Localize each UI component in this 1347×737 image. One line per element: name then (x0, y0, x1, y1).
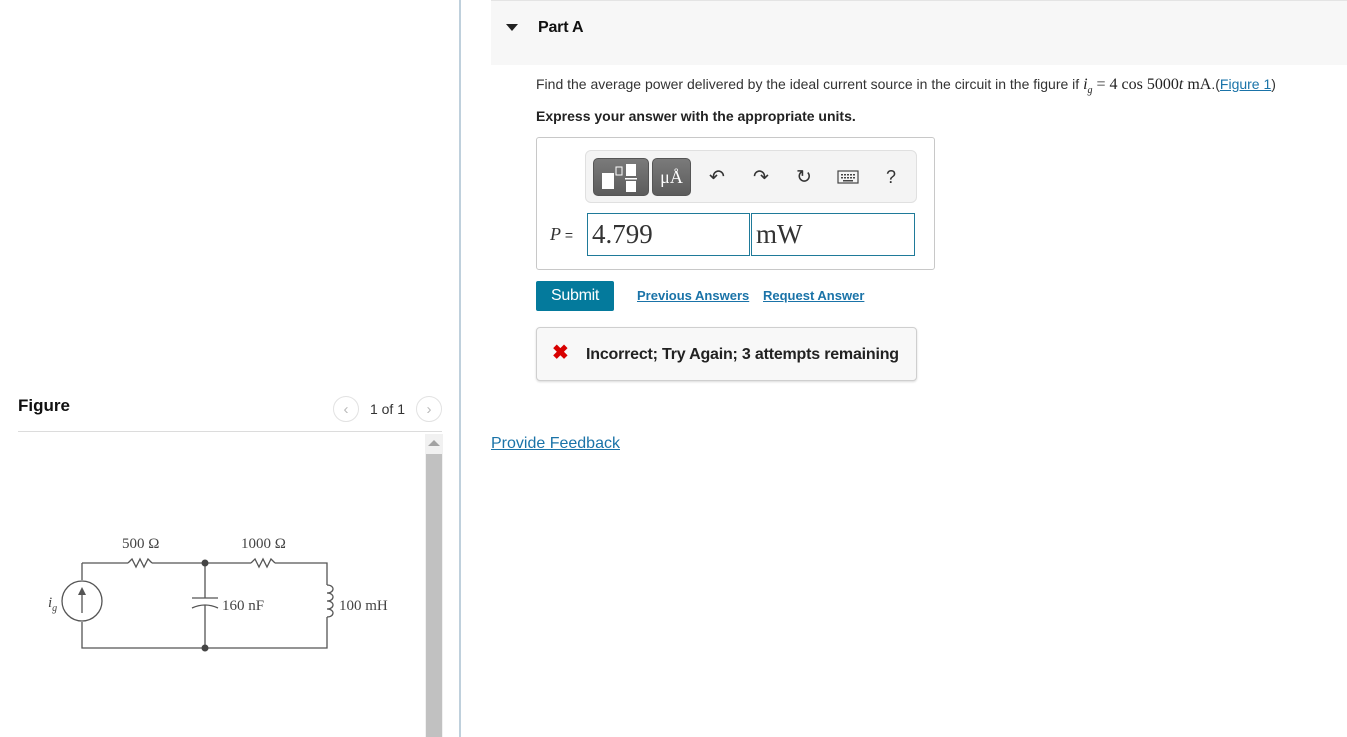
feedback-message-box: ✖ Incorrect; Try Again; 3 attempts remai… (536, 327, 917, 381)
source-label: ig (48, 595, 57, 614)
chevron-right-icon: › (426, 400, 432, 418)
figure-pane: Figure ‹ 1 of 1 › 500 Ω 1000 Ω 160 nF 10… (0, 0, 460, 737)
previous-answers-link[interactable]: Previous Answers (637, 288, 749, 303)
question-text: Find the average power delivered by the … (536, 76, 1276, 97)
figure-title: Figure (18, 396, 70, 415)
part-header[interactable]: Part A (491, 0, 1347, 65)
chevron-left-icon: ‹ (343, 400, 349, 418)
node-dot (201, 644, 209, 652)
inductor-label: 100 mH (339, 598, 388, 614)
scroll-up-arrow-icon[interactable] (428, 440, 440, 446)
request-answer-link[interactable]: Request Answer (763, 288, 864, 303)
resistor2-label: 1000 Ω (241, 536, 286, 552)
answer-value-input[interactable]: 4.799 (587, 213, 750, 256)
math-toolbar: μÅ ↶ ↷ ↻ ? (585, 150, 917, 203)
figure-scrollbar[interactable] (425, 434, 443, 737)
pane-divider[interactable] (459, 0, 461, 737)
wire (275, 562, 328, 585)
next-figure-button[interactable]: › (416, 396, 442, 422)
undo-button[interactable]: ↶ (704, 163, 730, 191)
inductor-symbol (326, 584, 334, 618)
scroll-thumb[interactable] (426, 454, 442, 737)
feedback-text: Incorrect; Try Again; 3 attempts remaini… (586, 346, 899, 363)
capacitor-label: 160 nF (222, 598, 264, 614)
answer-variable-label: P = (550, 224, 574, 244)
keyboard-button[interactable] (835, 163, 861, 191)
incorrect-x-icon: ✖ (552, 342, 569, 364)
prev-figure-button[interactable]: ‹ (332, 396, 359, 422)
reset-button[interactable]: ↻ (791, 163, 817, 191)
help-button[interactable]: ? (878, 163, 904, 191)
templates-icon (602, 164, 637, 192)
submit-button[interactable]: Submit (536, 281, 614, 311)
units-button[interactable]: μÅ (652, 158, 691, 196)
keyboard-icon (837, 170, 859, 184)
circuit-diagram: 500 Ω 1000 Ω 160 nF 100 mH ig (48, 536, 388, 652)
reset-icon: ↻ (796, 166, 812, 188)
instruction-text: Express your answer with the appropriate… (536, 108, 856, 124)
templates-button[interactable] (593, 158, 649, 196)
collapse-caret-icon[interactable] (506, 24, 518, 31)
node-dot (201, 559, 209, 567)
figure-1-link[interactable]: Figure 1 (1220, 76, 1271, 92)
redo-icon: ↷ (753, 166, 769, 188)
provide-feedback-link[interactable]: Provide Feedback (491, 435, 620, 453)
pager-count: 1 of 1 (369, 401, 405, 417)
undo-icon: ↶ (709, 166, 725, 188)
answer-unit-input[interactable]: mW (751, 213, 915, 256)
resistor-1000-symbol (250, 557, 276, 569)
arrow-up-icon (78, 587, 86, 595)
figure-pager: ‹ 1 of 1 › (332, 396, 442, 422)
figure-header: Figure ‹ 1 of 1 › (18, 392, 442, 432)
resistor1-label: 500 Ω (122, 536, 159, 552)
redo-button[interactable]: ↷ (748, 163, 774, 191)
resistor-500-symbol (127, 557, 153, 569)
equation: ig = 4 cos 5000t mA (1083, 76, 1212, 97)
part-title: Part A (538, 19, 584, 36)
answer-box: μÅ ↶ ↷ ↻ ? P = 4.799 mW (536, 137, 935, 270)
